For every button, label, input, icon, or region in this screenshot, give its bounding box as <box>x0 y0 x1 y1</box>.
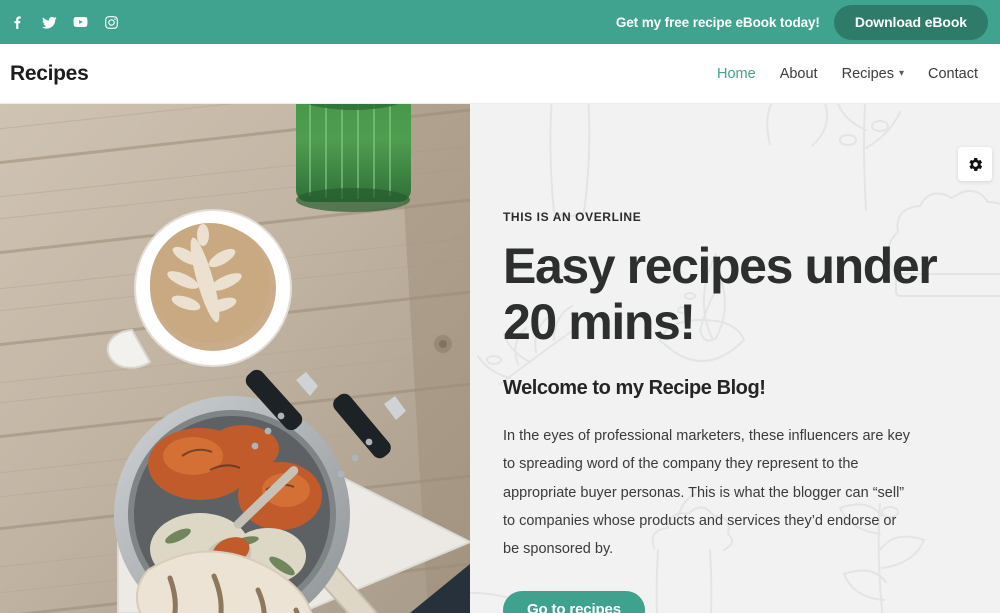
gear-icon <box>967 156 984 173</box>
site-logo[interactable]: Recipes <box>10 62 89 86</box>
social-links <box>10 14 120 31</box>
hero-title: Easy recipes under 20 mins! <box>503 238 938 350</box>
settings-button[interactable] <box>958 147 992 181</box>
hero-image <box>0 104 470 613</box>
facebook-icon[interactable] <box>10 14 27 31</box>
twitter-icon[interactable] <box>41 14 58 31</box>
hero-section: THIS IS AN OVERLINE Easy recipes under 2… <box>0 104 1000 613</box>
hero-body-text: In the eyes of professional marketers, t… <box>503 428 911 558</box>
nav-item-about-label: About <box>779 65 818 82</box>
download-ebook-button[interactable]: Download eBook <box>833 4 988 40</box>
youtube-icon[interactable] <box>72 14 89 31</box>
hero-subtitle: Welcome to my Recipe Blog! <box>503 377 766 399</box>
hero-text-block: THIS IS AN OVERLINE Easy recipes under 2… <box>470 104 1000 613</box>
hero-content: THIS IS AN OVERLINE Easy recipes under 2… <box>470 104 1000 613</box>
hero-overline: THIS IS AN OVERLINE <box>503 210 642 224</box>
nav-item-home-label: Home <box>717 65 756 82</box>
instagram-icon[interactable] <box>103 14 120 31</box>
chevron-down-icon: ▾ <box>898 67 905 79</box>
announcement-bar: Get my free recipe eBook today! Download… <box>0 0 1000 44</box>
site-header: Recipes Home About Recipes ▾ Contact <box>0 44 1000 104</box>
nav-item-recipes[interactable]: Recipes ▾ <box>842 66 904 82</box>
nav-item-about[interactable]: About <box>780 66 818 82</box>
announcement-message: Get my free recipe eBook today! <box>615 14 820 30</box>
nav-item-contact[interactable]: Contact <box>928 66 978 82</box>
main-navigation: Home About Recipes ▾ Contact <box>717 66 978 82</box>
nav-item-home[interactable]: Home <box>717 66 756 82</box>
announcement-cta-group: Get my free recipe eBook today! Download… <box>615 4 988 40</box>
nav-item-recipes-label: Recipes <box>841 65 894 82</box>
nav-item-contact-label: Contact <box>928 65 978 82</box>
go-to-recipes-button[interactable]: Go to recipes <box>503 591 645 613</box>
